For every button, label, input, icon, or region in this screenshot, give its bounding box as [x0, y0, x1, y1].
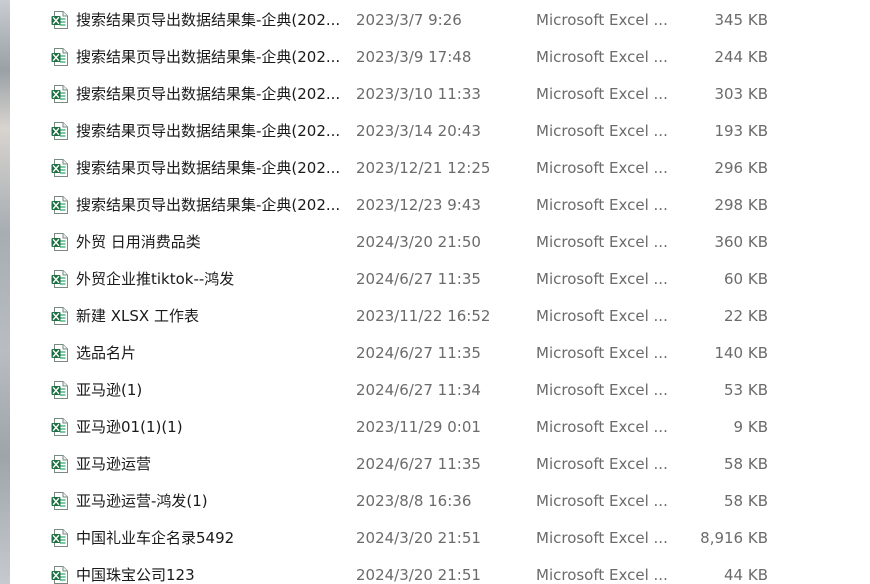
file-name: 亚马逊01(1)(1) [76, 418, 183, 436]
excel-file-icon [51, 233, 68, 251]
file-name: 搜索结果页导出数据结果集-企典(202... [76, 11, 341, 29]
file-type: Microsoft Excel ... [536, 307, 668, 325]
file-row[interactable]: 选品名片 2024/6/27 11:35 Microsoft Excel ...… [10, 335, 870, 372]
file-size: 9 KB [733, 418, 768, 436]
file-row[interactable]: 搜索结果页导出数据结果集-企典(202... 2023/12/23 9:43 M… [10, 187, 870, 224]
file-name: 中国珠宝公司123 [76, 566, 195, 584]
file-type: Microsoft Excel ... [536, 233, 668, 251]
excel-file-icon [51, 307, 68, 325]
file-name: 选品名片 [76, 344, 137, 362]
file-row[interactable]: 搜索结果页导出数据结果集-企典(202... 2023/3/9 17:48 Mi… [10, 39, 870, 76]
excel-file-icon [51, 492, 68, 510]
file-size: 360 KB [714, 233, 768, 251]
file-row[interactable]: 亚马逊(1) 2024/6/27 11:34 Microsoft Excel .… [10, 372, 870, 409]
file-row[interactable]: 外贸 日用消费品类 2024/3/20 21:50 Microsoft Exce… [10, 224, 870, 261]
file-row[interactable]: 搜索结果页导出数据结果集-企典(202... 2023/3/7 9:26 Mic… [10, 2, 870, 39]
file-type: Microsoft Excel ... [536, 270, 668, 288]
file-name: 亚马逊运营-鸿发(1) [76, 492, 208, 510]
file-type: Microsoft Excel ... [536, 529, 668, 547]
file-row[interactable]: 中国珠宝公司123 2024/3/20 21:51 Microsoft Exce… [10, 557, 870, 584]
excel-file-icon [51, 196, 68, 214]
file-size: 53 KB [724, 381, 768, 399]
file-size: 303 KB [714, 85, 768, 103]
file-size: 22 KB [724, 307, 768, 325]
excel-file-icon [51, 381, 68, 399]
excel-file-icon [51, 566, 68, 584]
file-date-modified: 2023/3/10 11:33 [356, 85, 481, 103]
file-row[interactable]: 亚马逊运营 2024/6/27 11:35 Microsoft Excel ..… [10, 446, 870, 483]
file-date-modified: 2023/3/7 9:26 [356, 11, 462, 29]
file-date-modified: 2023/12/21 12:25 [356, 159, 491, 177]
file-type: Microsoft Excel ... [536, 492, 668, 510]
file-row[interactable]: 亚马逊01(1)(1) 2023/11/29 0:01 Microsoft Ex… [10, 409, 870, 446]
file-name: 搜索结果页导出数据结果集-企典(202... [76, 85, 341, 103]
background-wallpaper-strip [0, 0, 10, 584]
file-size: 244 KB [714, 48, 768, 66]
file-date-modified: 2023/11/29 0:01 [356, 418, 481, 436]
file-name: 外贸企业推tiktok--鸿发 [76, 270, 235, 288]
excel-file-icon [51, 270, 68, 288]
file-row[interactable]: 亚马逊运营-鸿发(1) 2023/8/8 16:36 Microsoft Exc… [10, 483, 870, 520]
file-type: Microsoft Excel ... [536, 455, 668, 473]
file-name: 新建 XLSX 工作表 [76, 307, 199, 325]
file-date-modified: 2024/6/27 11:35 [356, 344, 481, 362]
file-size: 58 KB [724, 455, 768, 473]
file-size: 58 KB [724, 492, 768, 510]
file-name: 搜索结果页导出数据结果集-企典(202... [76, 196, 341, 214]
file-size: 8,916 KB [700, 529, 768, 547]
file-type: Microsoft Excel ... [536, 159, 668, 177]
file-name: 中国礼业车企名录5492 [76, 529, 235, 547]
excel-file-icon [51, 159, 68, 177]
file-type: Microsoft Excel ... [536, 566, 668, 584]
file-date-modified: 2024/3/20 21:51 [356, 529, 481, 547]
file-list: 搜索结果页导出数据结果集-企典(202... 2023/3/7 9:26 Mic… [10, 0, 870, 584]
file-size: 296 KB [714, 159, 768, 177]
excel-file-icon [51, 122, 68, 140]
file-type: Microsoft Excel ... [536, 344, 668, 362]
file-name: 外贸 日用消费品类 [76, 233, 201, 251]
file-date-modified: 2023/3/9 17:48 [356, 48, 472, 66]
file-row[interactable]: 搜索结果页导出数据结果集-企典(202... 2023/12/21 12:25 … [10, 150, 870, 187]
excel-file-icon [51, 418, 68, 436]
file-date-modified: 2024/3/20 21:50 [356, 233, 481, 251]
excel-file-icon [51, 344, 68, 362]
file-row[interactable]: 外贸企业推tiktok--鸿发 2024/6/27 11:35 Microsof… [10, 261, 870, 298]
file-type: Microsoft Excel ... [536, 11, 668, 29]
excel-file-icon [51, 529, 68, 547]
file-row[interactable]: 中国礼业车企名录5492 2024/3/20 21:51 Microsoft E… [10, 520, 870, 557]
file-name: 亚马逊运营 [76, 455, 152, 473]
file-name: 搜索结果页导出数据结果集-企典(202... [76, 48, 341, 66]
excel-file-icon [51, 11, 68, 29]
file-type: Microsoft Excel ... [536, 85, 668, 103]
file-row[interactable]: 新建 XLSX 工作表 2023/11/22 16:52 Microsoft E… [10, 298, 870, 335]
file-date-modified: 2023/11/22 16:52 [356, 307, 491, 325]
file-size: 345 KB [714, 11, 768, 29]
file-date-modified: 2023/8/8 16:36 [356, 492, 472, 510]
file-size: 140 KB [714, 344, 768, 362]
file-name: 搜索结果页导出数据结果集-企典(202... [76, 159, 341, 177]
file-date-modified: 2024/6/27 11:34 [356, 381, 481, 399]
excel-file-icon [51, 48, 68, 66]
file-size: 193 KB [714, 122, 768, 140]
file-type: Microsoft Excel ... [536, 196, 668, 214]
file-name: 亚马逊(1) [76, 381, 143, 399]
file-type: Microsoft Excel ... [536, 48, 668, 66]
file-size: 60 KB [724, 270, 768, 288]
file-date-modified: 2023/12/23 9:43 [356, 196, 481, 214]
file-row[interactable]: 搜索结果页导出数据结果集-企典(202... 2023/3/10 11:33 M… [10, 76, 870, 113]
file-row[interactable]: 搜索结果页导出数据结果集-企典(202... 2023/3/14 20:43 M… [10, 113, 870, 150]
file-size: 44 KB [724, 566, 768, 584]
file-type: Microsoft Excel ... [536, 381, 668, 399]
excel-file-icon [51, 455, 68, 473]
file-date-modified: 2024/6/27 11:35 [356, 270, 481, 288]
file-name: 搜索结果页导出数据结果集-企典(202... [76, 122, 341, 140]
file-type: Microsoft Excel ... [536, 122, 668, 140]
file-date-modified: 2024/3/20 21:51 [356, 566, 481, 584]
file-size: 298 KB [714, 196, 768, 214]
file-type: Microsoft Excel ... [536, 418, 668, 436]
file-date-modified: 2024/6/27 11:35 [356, 455, 481, 473]
excel-file-icon [51, 85, 68, 103]
file-date-modified: 2023/3/14 20:43 [356, 122, 481, 140]
